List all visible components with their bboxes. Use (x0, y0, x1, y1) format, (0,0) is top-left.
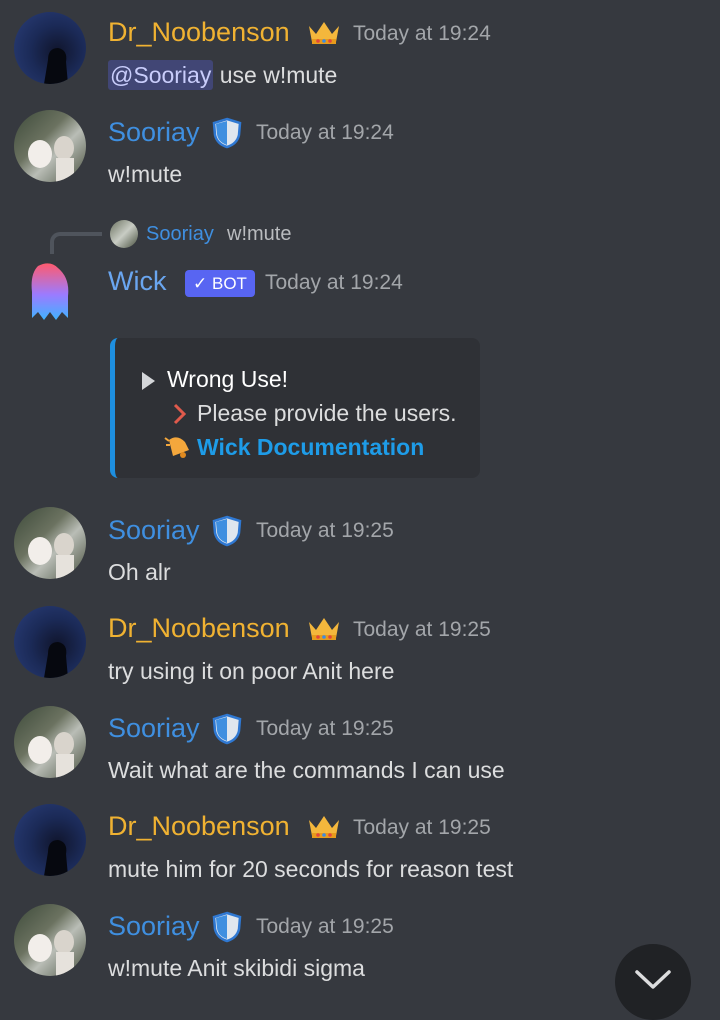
avatar[interactable] (14, 804, 86, 876)
timestamp: Today at 19:24 (265, 271, 403, 294)
shield-icon (212, 117, 242, 149)
author-name[interactable]: Dr_Noobenson (108, 811, 290, 841)
embed-title: Wrong Use! (167, 366, 289, 392)
author-name[interactable]: Dr_Noobenson (108, 613, 290, 643)
shield-icon (212, 911, 242, 943)
avatar[interactable] (14, 507, 86, 579)
timestamp: Today at 19:24 (256, 121, 394, 144)
avatar[interactable] (24, 262, 76, 328)
message-text: try using it on poor Anit here (108, 658, 395, 684)
play-icon (140, 371, 156, 396)
reply-author[interactable]: Sooriay (146, 220, 214, 248)
chevron-right-icon (173, 403, 187, 430)
avatar[interactable] (14, 12, 86, 84)
message-text: Wait what are the commands I can use (108, 757, 505, 783)
avatar[interactable] (14, 904, 86, 976)
author-name[interactable]: Wick (108, 266, 166, 296)
avatar[interactable] (14, 706, 86, 778)
reply-connector (50, 232, 102, 254)
timestamp: Today at 19:25 (353, 618, 491, 641)
crown-icon (307, 18, 341, 46)
shield-icon (212, 713, 242, 745)
timestamp: Today at 19:25 (256, 717, 394, 740)
author-name[interactable]: Dr_Noobenson (108, 17, 290, 47)
timestamp: Today at 19:25 (256, 915, 394, 938)
timestamp: Today at 19:25 (353, 816, 491, 839)
chevron-down-icon (634, 969, 672, 996)
timestamp: Today at 19:25 (256, 519, 394, 542)
message-content: @Sooriay use w!mute (108, 60, 337, 90)
message-text: use w!mute (219, 62, 338, 88)
user-mention[interactable]: @Sooriay (108, 60, 214, 90)
reply-avatar[interactable] (110, 220, 138, 248)
author-name[interactable]: Sooriay (108, 911, 200, 941)
documentation-link[interactable]: Wick Documentation (197, 432, 424, 462)
check-icon: ✓ (193, 274, 208, 293)
message-text: w!mute (108, 161, 183, 187)
message-text: w!mute Anit skibidi sigma (108, 955, 365, 981)
embed: Wrong Use! Please provide the users. Wic… (110, 338, 480, 478)
author-name[interactable]: Sooriay (108, 515, 200, 545)
reply-text[interactable]: w!mute (227, 220, 291, 248)
message-text: mute him for 20 seconds for reason test (108, 856, 514, 882)
avatar[interactable] (14, 606, 86, 678)
crown-icon (307, 614, 341, 642)
bell-icon (163, 434, 191, 465)
author-name[interactable]: Sooriay (108, 713, 200, 743)
crown-icon (307, 812, 341, 840)
message-text: Oh alr (108, 559, 171, 585)
shield-icon (212, 515, 242, 547)
bot-tag-label: BOT (211, 274, 247, 293)
author-name[interactable]: Sooriay (108, 117, 200, 147)
embed-description: Please provide the users. (197, 400, 457, 426)
avatar[interactable] (14, 110, 86, 182)
bot-tag: ✓ BOT (185, 270, 255, 297)
timestamp: Today at 19:24 (353, 22, 491, 45)
